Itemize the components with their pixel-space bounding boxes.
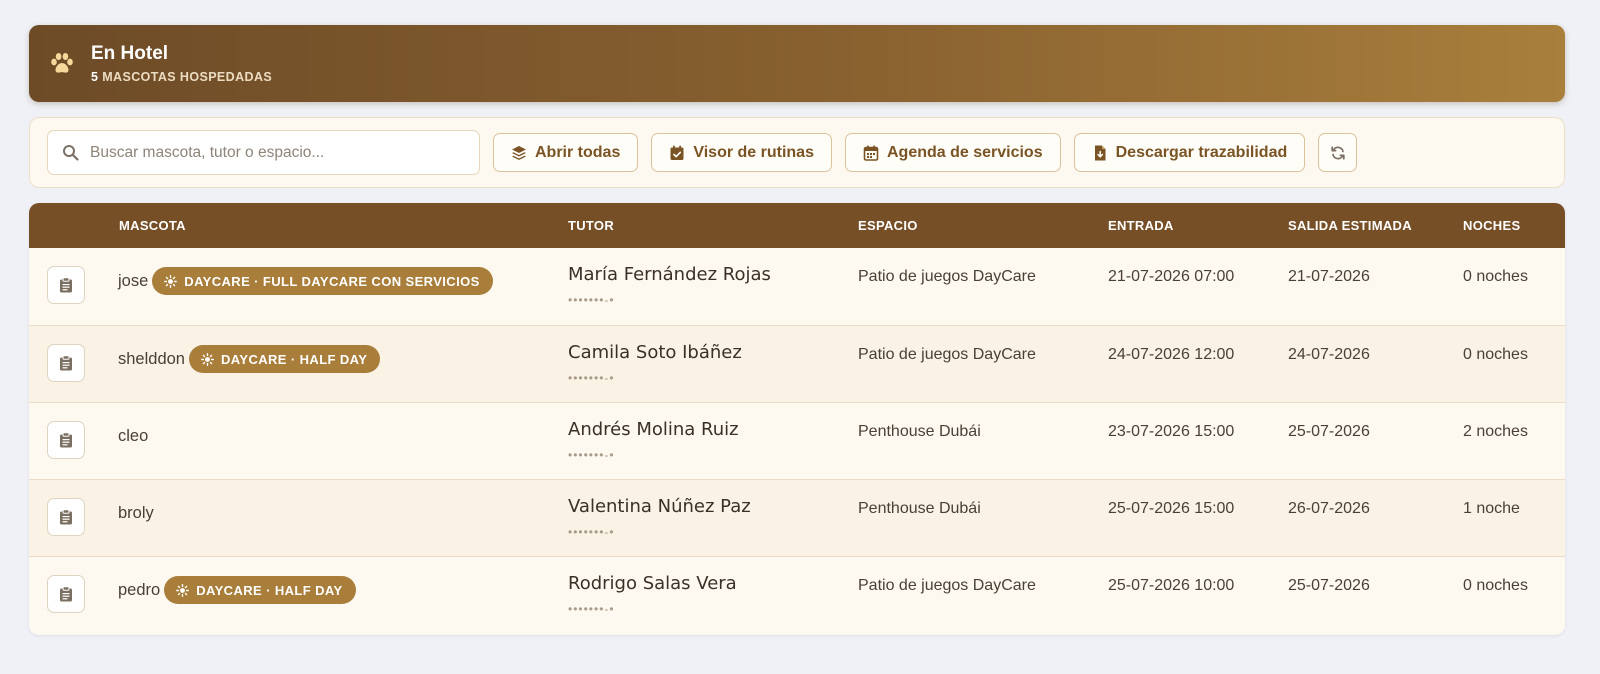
refresh-icon <box>1331 145 1345 160</box>
clipboard-button[interactable] <box>47 421 85 459</box>
service-badge: DAYCARE · FULL DAYCARE CON SERVICIOS <box>152 267 493 295</box>
tutor-name: Andrés Molina Ruiz <box>568 419 739 440</box>
clipboard-button[interactable] <box>47 498 85 536</box>
tutor-id-masked: •••••••-• <box>568 371 615 385</box>
search-icon <box>63 145 79 161</box>
pet-name: jose <box>118 271 149 290</box>
sun-icon <box>164 274 178 288</box>
service-badge-label: DAYCARE · HALF DAY <box>196 582 343 598</box>
paw-icon <box>51 52 73 73</box>
entry-cell: 24-07-2026 12:00 <box>1108 346 1235 363</box>
sun-icon <box>201 352 214 366</box>
clipboard-button[interactable] <box>47 344 85 382</box>
nights-cell: 0 noches <box>1463 577 1528 594</box>
tutor-id-masked: •••••••-• <box>568 293 615 307</box>
exit-cell: 24-07-2026 <box>1288 346 1370 363</box>
table-row[interactable]: pedro DAYCARE · HALF DAY Rodrigo Salas V… <box>29 556 1565 633</box>
page-subtitle: 5 MASCOTAS HOSPEDADAS <box>91 70 272 84</box>
calendar-check-icon <box>670 145 684 160</box>
download-traceability-button[interactable]: Descargar trazabilidad <box>1073 133 1306 172</box>
column-entry: ENTRADA <box>1108 218 1174 233</box>
pet-name: broly <box>118 503 154 522</box>
column-exit: SALIDA ESTIMADA <box>1288 218 1412 233</box>
toolbar: Abrir todas Visor de rutinas Agenda de s… <box>29 117 1565 188</box>
table-row[interactable]: cleo Andrés Molina Ruiz •••••••-• Pentho… <box>29 402 1565 479</box>
space-cell: Patio de juegos DayCare <box>858 346 1036 363</box>
pet-name: cleo <box>118 426 149 445</box>
tutor-id-masked: •••••••-• <box>568 448 615 462</box>
nights-cell: 0 noches <box>1463 346 1528 363</box>
table-row[interactable]: shelddon DAYCARE · HALF DAY Camila Soto … <box>29 325 1565 402</box>
service-badge-label: DAYCARE · HALF DAY <box>220 351 368 367</box>
calendar-icon <box>863 145 879 161</box>
entry-cell: 25-07-2026 10:00 <box>1108 577 1235 594</box>
page-header: En Hotel 5 MASCOTAS HOSPEDADAS <box>29 25 1565 102</box>
services-agenda-button[interactable]: Agenda de servicios <box>844 133 1061 172</box>
space-cell: Penthouse Dubái <box>858 500 981 517</box>
column-pet: MASCOTA <box>119 218 186 233</box>
refresh-button[interactable] <box>1318 133 1358 172</box>
exit-cell: 21-07-2026 <box>1288 268 1370 285</box>
services-agenda-label: Agenda de servicios <box>886 143 1043 161</box>
space-cell: Patio de juegos DayCare <box>858 577 1036 594</box>
exit-cell: 25-07-2026 <box>1288 423 1370 440</box>
table-row[interactable]: jose DAYCARE · FULL DAYCARE CON SERVICIO… <box>29 248 1565 325</box>
search-input[interactable] <box>90 143 470 162</box>
file-download-icon <box>1094 145 1106 160</box>
download-traceability-label: Descargar trazabilidad <box>1115 143 1288 161</box>
search-box[interactable] <box>47 130 480 175</box>
tutor-name: Rodrigo Salas Vera <box>568 573 737 594</box>
nights-cell: 1 noche <box>1463 500 1520 517</box>
column-space: ESPACIO <box>858 218 918 233</box>
service-badge: DAYCARE · HALF DAY <box>188 345 381 373</box>
tutor-name: Valentina Núñez Paz <box>568 496 751 517</box>
clipboard-button[interactable] <box>47 575 85 613</box>
pet-name: pedro <box>118 580 161 599</box>
layers-icon <box>512 145 526 160</box>
nights-cell: 2 noches <box>1463 423 1528 440</box>
entry-cell: 23-07-2026 15:00 <box>1108 423 1235 440</box>
clipboard-icon <box>60 355 72 371</box>
tutor-name: María Fernández Rojas <box>568 264 771 285</box>
open-all-label: Abrir todas <box>535 143 621 161</box>
routines-viewer-label: Visor de rutinas <box>693 143 814 161</box>
pet-cell: cleo <box>118 422 148 450</box>
entry-cell: 25-07-2026 15:00 <box>1108 500 1235 517</box>
tutor-id-masked: •••••••-• <box>568 525 615 539</box>
pets-count: 5 <box>91 70 99 84</box>
space-cell: Patio de juegos DayCare <box>858 268 1036 285</box>
pet-name: shelddon <box>118 349 185 368</box>
space-cell: Penthouse Dubái <box>858 423 981 440</box>
tutor-id-masked: •••••••-• <box>568 602 615 616</box>
pets-count-label: MASCOTAS HOSPEDADAS <box>102 70 273 84</box>
clipboard-button[interactable] <box>47 266 85 304</box>
column-tutor: TUTOR <box>568 218 615 233</box>
guests-table: MASCOTA TUTOR ESPACIO ENTRADA SALIDA EST… <box>29 203 1565 635</box>
exit-cell: 26-07-2026 <box>1288 500 1370 517</box>
service-badge: DAYCARE · HALF DAY <box>164 576 356 604</box>
nights-cell: 0 noches <box>1463 268 1528 285</box>
table-row[interactable]: broly Valentina Núñez Paz •••••••-• Pent… <box>29 479 1565 556</box>
column-nights: NOCHES <box>1463 218 1521 233</box>
sun-icon <box>176 583 190 597</box>
page-title: En Hotel <box>91 43 169 64</box>
routines-viewer-button[interactable]: Visor de rutinas <box>651 133 832 172</box>
table-body: jose DAYCARE · FULL DAYCARE CON SERVICIO… <box>29 248 1565 633</box>
clipboard-icon <box>60 586 72 602</box>
pet-cell: shelddon DAYCARE · HALF DAY <box>118 345 381 373</box>
clipboard-icon <box>60 509 72 525</box>
pet-cell: broly <box>118 499 154 527</box>
clipboard-icon <box>60 432 72 448</box>
table-header: MASCOTA TUTOR ESPACIO ENTRADA SALIDA EST… <box>29 203 1565 248</box>
open-all-button[interactable]: Abrir todas <box>493 133 639 172</box>
entry-cell: 21-07-2026 07:00 <box>1108 268 1235 285</box>
exit-cell: 25-07-2026 <box>1288 577 1370 594</box>
service-badge-label: DAYCARE · FULL DAYCARE CON SERVICIOS <box>184 273 480 289</box>
pet-cell: pedro DAYCARE · HALF DAY <box>118 576 356 604</box>
tutor-name: Camila Soto Ibáñez <box>568 342 742 363</box>
pet-cell: jose DAYCARE · FULL DAYCARE CON SERVICIO… <box>118 267 493 295</box>
clipboard-icon <box>60 277 72 293</box>
